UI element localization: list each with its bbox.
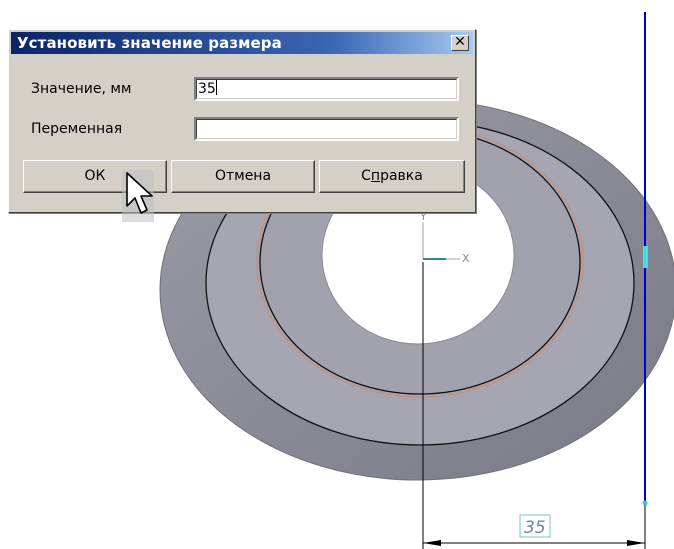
dialog-titlebar[interactable]: Установить значение размера ✕ (11, 32, 473, 54)
value-text: 35 (198, 81, 216, 97)
set-dimension-dialog: Установить значение размера ✕ Значение, … (8, 29, 476, 213)
ok-label: ОК (84, 168, 106, 184)
close-icon: ✕ (454, 34, 466, 50)
text-caret (215, 80, 217, 95)
cancel-button[interactable]: Отмена (171, 160, 315, 193)
help-label-accel: п (370, 168, 381, 184)
mouse-pointer-icon (122, 170, 154, 222)
help-label-post: равка (380, 168, 423, 184)
cancel-label: Отмена (214, 168, 272, 184)
value-label: Значение, мм (31, 81, 132, 97)
help-button[interactable]: Справка (319, 160, 465, 193)
line-grip[interactable] (643, 246, 648, 268)
dialog-title: Установить значение размера (17, 34, 282, 52)
dimension-arrow-left (423, 540, 441, 546)
help-label-pre: С (361, 168, 371, 184)
dimension-arrow-right (627, 540, 645, 546)
line-endpoint[interactable] (642, 500, 648, 506)
variable-label: Переменная (31, 121, 123, 137)
axis-x-label: X (462, 252, 470, 265)
dimension-value: 35 (524, 518, 546, 538)
close-button[interactable]: ✕ (451, 35, 469, 51)
variable-field[interactable] (194, 117, 459, 141)
value-field[interactable]: 35 (194, 77, 459, 101)
